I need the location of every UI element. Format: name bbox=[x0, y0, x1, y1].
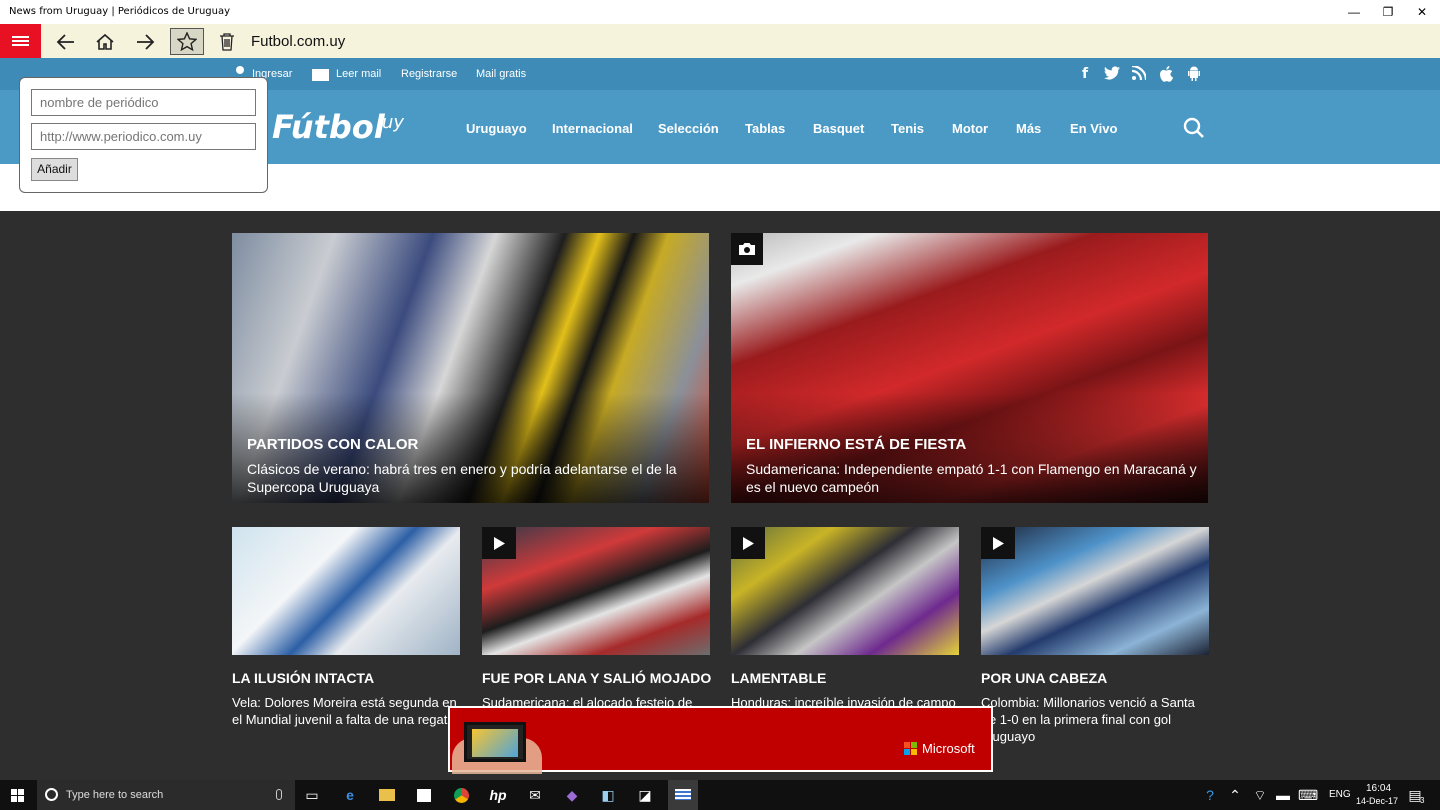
keyboard-icon[interactable]: ⌨ bbox=[1298, 785, 1318, 805]
featured-headline: PARTIDOS CON CALOR bbox=[247, 436, 419, 453]
favorites-button[interactable] bbox=[170, 28, 204, 55]
search-placeholder: Type here to search bbox=[66, 789, 164, 801]
home-button[interactable] bbox=[88, 28, 122, 55]
featured-article-1[interactable]: PARTIDOS CON CALOR Clásicos de verano: h… bbox=[232, 233, 709, 503]
article-thumbnail-4[interactable] bbox=[981, 527, 1209, 655]
visual-studio-icon[interactable]: ◆ bbox=[562, 785, 582, 805]
file-explorer-icon[interactable] bbox=[377, 785, 397, 805]
notification-count: 3 bbox=[1420, 796, 1425, 805]
android-icon[interactable] bbox=[1186, 66, 1202, 82]
current-site-url: Futbol.com.uy bbox=[251, 33, 346, 50]
app-icon[interactable]: ◧ bbox=[598, 785, 618, 805]
featured-headline: EL INFIERNO ESTÁ DE FIESTA bbox=[746, 436, 967, 453]
nav-mas[interactable]: Más bbox=[1016, 121, 1041, 136]
app-window: News from Uruguay | Periódicos de Urugua… bbox=[0, 0, 1440, 810]
article-headline[interactable]: FUE POR LANA Y SALIÓ MOJADO bbox=[482, 670, 711, 686]
arrow-left-icon bbox=[56, 33, 74, 50]
nav-uruguayo[interactable]: Uruguayo bbox=[466, 121, 527, 136]
play-icon bbox=[482, 527, 516, 559]
featured-article-2[interactable]: EL INFIERNO ESTÁ DE FIESTA Sudamericana:… bbox=[731, 233, 1208, 503]
nav-tablas[interactable]: Tablas bbox=[745, 121, 785, 136]
mail-icon bbox=[312, 69, 329, 81]
article-thumbnail-1[interactable] bbox=[232, 527, 460, 655]
mail-app-icon[interactable]: ✉ bbox=[525, 785, 545, 805]
taskbar-search-box[interactable]: Type here to search bbox=[37, 780, 295, 810]
featured-summary: Clásicos de verano: habrá tres en enero … bbox=[247, 461, 677, 495]
microsoft-brand: Microsoft bbox=[904, 741, 975, 756]
site-search-icon[interactable] bbox=[1183, 117, 1205, 144]
title-bar: News from Uruguay | Periódicos de Urugua… bbox=[0, 0, 1440, 24]
trash-icon bbox=[220, 32, 234, 51]
add-newspaper-button[interactable]: Añadir bbox=[31, 158, 78, 181]
restore-button[interactable]: ❐ bbox=[1371, 0, 1405, 24]
minimize-button[interactable]: — bbox=[1337, 0, 1371, 24]
article-headline[interactable]: LA ILUSIÓN INTACTA bbox=[232, 670, 374, 686]
nav-seleccion[interactable]: Selección bbox=[658, 121, 719, 136]
news-content-area bbox=[0, 211, 1440, 780]
search-icon bbox=[45, 788, 58, 801]
hp-icon[interactable]: hp bbox=[488, 785, 508, 805]
play-icon bbox=[731, 527, 765, 559]
microsoft-logo-icon bbox=[904, 742, 917, 755]
nav-internacional[interactable]: Internacional bbox=[552, 121, 633, 136]
site-logo[interactable]: Fútbol bbox=[272, 108, 385, 146]
microphone-icon[interactable] bbox=[276, 789, 282, 800]
back-button[interactable] bbox=[48, 28, 82, 55]
user-icon bbox=[236, 66, 244, 74]
edge-icon[interactable]: e bbox=[340, 785, 360, 805]
site-logo-suffix: uy bbox=[382, 112, 405, 133]
delete-button[interactable] bbox=[210, 28, 244, 55]
clock-time[interactable]: 16:04 bbox=[1366, 783, 1391, 794]
close-button[interactable]: ✕ bbox=[1405, 0, 1439, 24]
newspaper-url-input[interactable] bbox=[31, 123, 256, 150]
nav-basquet[interactable]: Basquet bbox=[813, 121, 864, 136]
help-icon[interactable]: ? bbox=[1200, 785, 1220, 805]
battery-icon[interactable]: ▬ bbox=[1273, 785, 1293, 805]
nav-motor[interactable]: Motor bbox=[952, 121, 988, 136]
store-icon[interactable] bbox=[414, 785, 434, 805]
article-summary: Colombia: Millonarios venció a Santa Fe … bbox=[981, 695, 1195, 744]
nav-tenis[interactable]: Tenis bbox=[891, 121, 924, 136]
app-toolbar: Futbol.com.uy bbox=[0, 24, 1440, 58]
camera-icon bbox=[731, 233, 763, 265]
newspaper-name-input[interactable] bbox=[31, 89, 256, 116]
windows-taskbar: Type here to search ▭ e hp ✉ ◆ ◧ ◪ ? ⌃ ⌔… bbox=[0, 780, 1440, 810]
chrome-icon[interactable] bbox=[451, 785, 471, 805]
language-indicator[interactable]: ENG bbox=[1329, 789, 1351, 800]
article-thumbnail-2[interactable] bbox=[482, 527, 710, 655]
hamburger-menu-button[interactable] bbox=[0, 24, 41, 58]
nav-en-vivo[interactable]: En Vivo bbox=[1070, 121, 1117, 136]
facebook-icon[interactable]: f bbox=[1077, 66, 1093, 82]
free-mail-link[interactable]: Mail gratis bbox=[476, 68, 526, 80]
read-mail-link[interactable]: Leer mail bbox=[336, 68, 381, 80]
apple-icon[interactable] bbox=[1158, 66, 1174, 82]
microsoft-ad-banner[interactable]: Microsoft bbox=[448, 706, 993, 774]
app-icon-2[interactable]: ◪ bbox=[635, 785, 655, 805]
featured-summary: Sudamericana: Independiente empató 1-1 c… bbox=[746, 461, 1197, 495]
chevron-up-icon[interactable]: ⌃ bbox=[1225, 785, 1245, 805]
article-summary: Vela: Dolores Moreira está segunda en el… bbox=[232, 695, 457, 727]
uruguay-news-app-icon[interactable] bbox=[668, 780, 698, 810]
article-headline[interactable]: LAMENTABLE bbox=[731, 670, 826, 686]
register-link[interactable]: Registrarse bbox=[401, 68, 457, 80]
star-icon bbox=[177, 32, 197, 51]
add-newspaper-popup: Añadir bbox=[19, 77, 268, 193]
network-icon[interactable]: ⌔ bbox=[1250, 785, 1270, 805]
start-button[interactable] bbox=[11, 789, 24, 802]
arrow-right-icon bbox=[137, 33, 155, 50]
twitter-icon[interactable] bbox=[1104, 66, 1120, 82]
forward-button[interactable] bbox=[129, 28, 163, 55]
clock-date[interactable]: 14-Dec-17 bbox=[1356, 796, 1398, 806]
article-thumbnail-3[interactable] bbox=[731, 527, 959, 655]
ad-brand-name: Microsoft bbox=[922, 741, 975, 756]
play-icon bbox=[981, 527, 1015, 559]
window-title: News from Uruguay | Periódicos de Urugua… bbox=[9, 6, 231, 17]
rss-icon[interactable] bbox=[1131, 64, 1148, 82]
task-view-icon[interactable]: ▭ bbox=[302, 785, 322, 805]
tablet-image bbox=[464, 722, 526, 762]
home-icon bbox=[96, 33, 114, 50]
article-headline[interactable]: POR UNA CABEZA bbox=[981, 670, 1107, 686]
